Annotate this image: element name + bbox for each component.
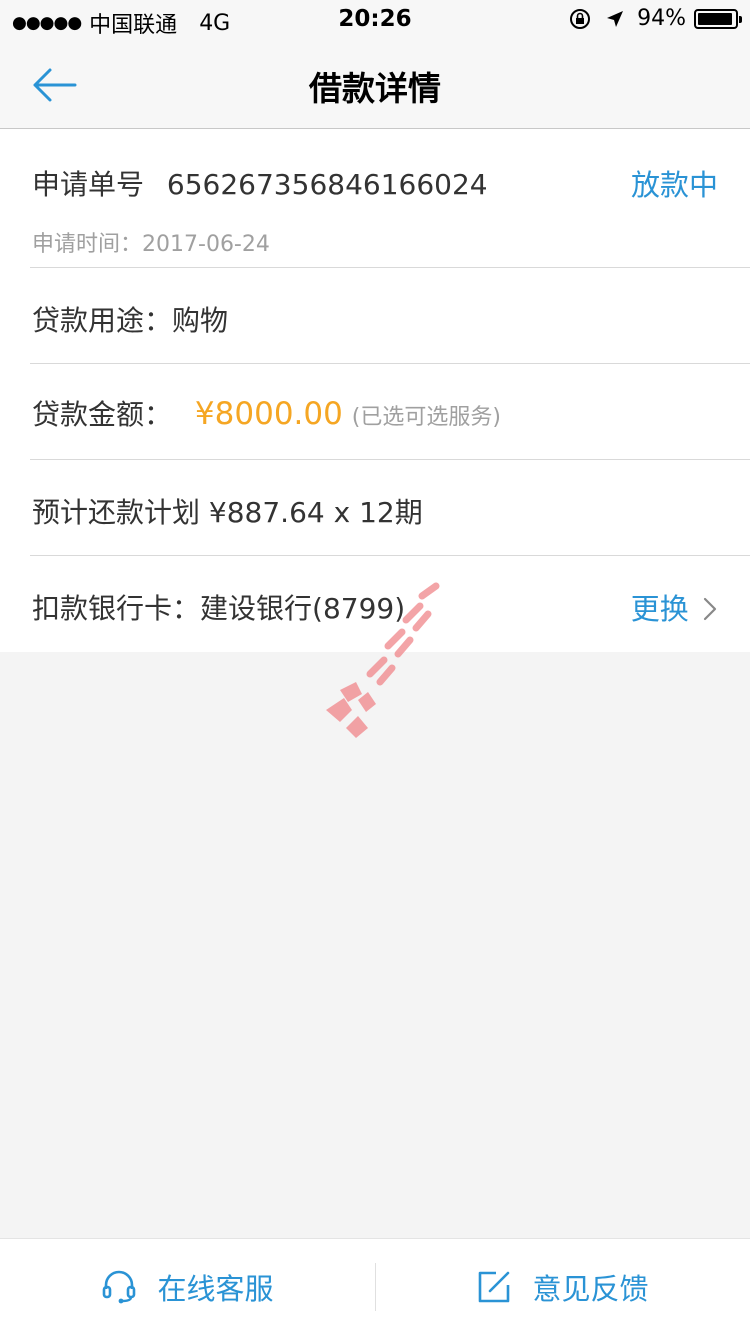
battery-fill <box>698 12 732 25</box>
loan-detail-list: 申请单号 656267356846166024 放款中 申请时间：2017-06… <box>0 129 750 652</box>
chevron-right-icon <box>703 597 717 621</box>
rotation-lock-icon <box>570 8 591 29</box>
battery-percent: 94% <box>637 6 686 31</box>
purpose-line: 贷款用途：购物 <box>32 299 228 339</box>
change-card-button[interactable]: 更换 <box>631 586 718 628</box>
amount-row: 贷款金额： ¥8000.00 (已选可选服务) <box>30 364 750 460</box>
bottom-action-bar: 在线客服 意见反馈 <box>0 1238 750 1334</box>
amount-line: 贷款金额： ¥8000.00 (已选可选服务) <box>32 393 501 433</box>
application-no-line: 申请单号 656267356846166024 <box>32 163 488 203</box>
watermark-logo-icon <box>326 582 440 738</box>
loan-status-badge: 放款中 <box>630 168 718 202</box>
change-card-label: 更换 <box>630 592 689 626</box>
application-no-label: 申请单号 <box>32 168 145 201</box>
page-title: 借款详情 <box>309 69 441 108</box>
repayment-plan-row: 预计还款计划 ¥887.64 x 12期 <box>30 460 750 556</box>
purpose-value: 购物 <box>172 304 229 337</box>
amount-label: 贷款金额： <box>32 398 173 431</box>
repayment-plan-line: 预计还款计划 ¥887.64 x 12期 <box>32 491 423 531</box>
bank-card-label: 扣款银行卡： <box>32 592 201 625</box>
apply-time-value: 2017-06-24 <box>142 232 270 257</box>
status-bar: ●●●●● 中国联通 4G 20:26 94% <box>0 0 750 40</box>
apply-time-line: 申请时间：2017-06-24 <box>32 226 270 258</box>
feedback-button[interactable]: 意见反馈 <box>375 1239 750 1334</box>
battery-icon <box>694 8 742 29</box>
feedback-label: 意见反馈 <box>532 1272 649 1306</box>
application-row: 申请单号 656267356846166024 放款中 申请时间：2017-06… <box>30 129 750 268</box>
online-service-button[interactable]: 在线客服 <box>0 1239 375 1334</box>
headset-icon <box>103 1270 136 1304</box>
loan-amount: ¥8000.00 <box>194 396 343 432</box>
repayment-plan-value: ¥887.64 x 12期 <box>208 496 423 529</box>
edit-icon <box>479 1271 510 1303</box>
status-right: 94% <box>569 6 742 31</box>
navigation-bar: 借款详情 <box>0 40 750 129</box>
online-service-label: 在线客服 <box>157 1272 274 1306</box>
application-no-value: 656267356846166024 <box>166 168 488 201</box>
location-arrow-icon <box>607 10 624 27</box>
loan-detail-screen: ●●●●● 中国联通 4G 20:26 94% 借款详情 申请单号 656267… <box>0 0 750 1334</box>
purpose-row: 贷款用途：购物 <box>30 268 750 364</box>
apply-time-label: 申请时间： <box>32 232 143 257</box>
purpose-label: 贷款用途： <box>32 304 173 337</box>
repayment-plan-label: 预计还款计划 <box>32 496 201 529</box>
amount-note: (已选可选服务) <box>351 405 501 430</box>
